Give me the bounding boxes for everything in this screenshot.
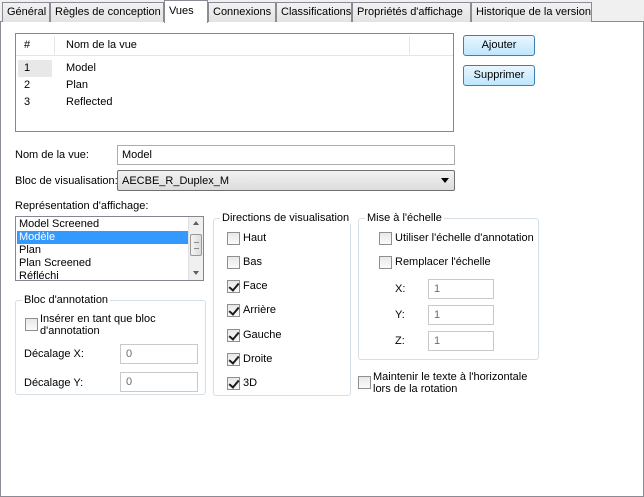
offset-y-label: Décalage Y: <box>24 377 84 389</box>
direction-bottom-label: Bas <box>243 256 262 268</box>
offset-x-label: Décalage X: <box>24 348 84 360</box>
view-directions-title: Directions de visualisation <box>220 212 352 224</box>
use-annotation-scale-label: Utiliser l'échelle d'annotation <box>395 232 534 244</box>
override-scale-label: Remplacer l'échelle <box>395 256 491 268</box>
direction-left-label: Gauche <box>243 329 282 341</box>
offset-y-input[interactable]: 0 <box>120 372 198 392</box>
view-block-value: AECBE_R_Duplex_M <box>122 175 229 187</box>
column-separator[interactable] <box>409 36 410 54</box>
list-item[interactable]: Plan <box>17 244 189 257</box>
view-block-label: Bloc de visualisation: <box>15 175 118 187</box>
insert-as-annotation-checkbox[interactable] <box>25 318 38 331</box>
display-rep-label: Représentation d'affichage: <box>15 200 149 212</box>
direction-bottom-checkbox[interactable] <box>227 256 240 269</box>
tab-connections[interactable]: Connexions <box>208 2 276 22</box>
view-block-dropdown[interactable]: AECBE_R_Duplex_M <box>117 170 455 191</box>
direction-top-checkbox[interactable] <box>227 232 240 245</box>
tab-design-rules[interactable]: Règles de conception <box>50 2 164 22</box>
annotation-block-title: Bloc d'annotation <box>22 294 111 306</box>
views-list[interactable]: # Nom de la vue 1 Model 2 Plan 3 Reflect… <box>15 33 454 132</box>
list-item[interactable]: 2 Plan <box>16 77 453 94</box>
scale-y-input[interactable]: 1 <box>428 305 494 325</box>
list-item-name: Reflected <box>66 96 113 108</box>
keep-text-horizontal-label: Maintenir le texte à l'horizontale lors … <box>373 371 528 395</box>
list-item-name: Plan <box>66 79 89 91</box>
tab-display-properties[interactable]: Propriétés d'affichage <box>352 2 471 22</box>
list-item[interactable]: Model Screened <box>17 218 189 231</box>
remove-button[interactable]: Supprimer <box>463 65 535 86</box>
tab-general[interactable]: Général <box>2 2 50 22</box>
list-item-number: 2 <box>24 79 31 91</box>
views-list-header: # Nom de la vue <box>16 34 453 56</box>
keep-text-horizontal-checkbox[interactable] <box>358 376 371 389</box>
tab-views[interactable]: Vues <box>164 0 208 23</box>
list-item[interactable]: Plan Screened <box>17 257 189 270</box>
direction-right-checkbox[interactable] <box>227 353 240 366</box>
scale-x-input[interactable]: 1 <box>428 279 494 299</box>
column-separator[interactable] <box>54 36 55 54</box>
direction-front-label: Face <box>243 280 268 292</box>
tab-version-history[interactable]: Historique de la version <box>471 2 592 22</box>
list-item[interactable]: Réfléchi <box>17 270 189 280</box>
direction-right-label: Droite <box>243 353 273 365</box>
list-item-name: Model <box>66 62 96 74</box>
view-name-label: Nom de la vue: <box>15 149 89 161</box>
list-item[interactable]: Modèle <box>17 231 189 244</box>
scroll-up-icon[interactable] <box>193 221 199 225</box>
list-item[interactable]: 1 Model <box>16 60 453 77</box>
direction-3d-label: 3D <box>243 377 258 389</box>
tab-strip: Général Règles de conception Vues Connex… <box>0 0 644 23</box>
column-header-number[interactable]: # <box>24 39 30 51</box>
direction-back-checkbox[interactable] <box>227 304 240 317</box>
scale-z-input[interactable]: 1 <box>428 331 494 351</box>
scale-x-label: X: <box>395 283 406 295</box>
chevron-down-icon[interactable] <box>441 178 449 183</box>
column-header-view-name[interactable]: Nom de la vue <box>66 39 137 51</box>
offset-x-input[interactable]: 0 <box>120 344 198 364</box>
display-rep-listbox[interactable]: Model Screened Modèle Plan Plan Screened… <box>15 216 204 281</box>
scale-y-label: Y: <box>395 309 405 321</box>
insert-as-annotation-label: Insérer en tant que bloc d'annotation <box>40 313 156 337</box>
scroll-down-icon[interactable] <box>193 271 199 275</box>
scroll-thumb[interactable] <box>190 234 202 256</box>
tab-classifications[interactable]: Classifications <box>276 2 352 22</box>
list-item-number: 3 <box>24 96 31 108</box>
direction-3d-checkbox[interactable] <box>227 377 240 390</box>
list-item-number: 1 <box>24 62 31 74</box>
scale-z-label: Z: <box>395 335 405 347</box>
add-button[interactable]: Ajouter <box>463 35 535 56</box>
direction-front-checkbox[interactable] <box>227 280 240 293</box>
scale-title: Mise à l'échelle <box>365 212 444 224</box>
use-annotation-scale-checkbox[interactable] <box>379 232 392 245</box>
view-name-input[interactable]: Model <box>117 145 455 165</box>
list-item[interactable]: 3 Reflected <box>16 94 453 111</box>
direction-left-checkbox[interactable] <box>227 329 240 342</box>
direction-back-label: Arrière <box>243 304 277 316</box>
scrollbar[interactable] <box>188 217 203 280</box>
direction-top-label: Haut <box>243 232 267 244</box>
override-scale-checkbox[interactable] <box>379 256 392 269</box>
